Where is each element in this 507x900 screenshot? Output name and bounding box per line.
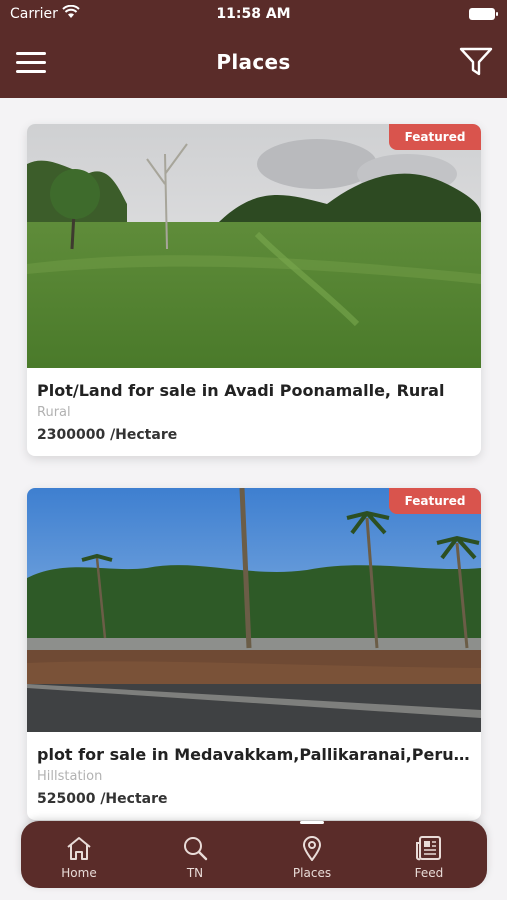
app-header: Carrier 11:58 AM Places xyxy=(0,0,507,98)
home-icon xyxy=(67,837,91,860)
featured-badge: Featured xyxy=(389,488,481,514)
listing-photo-palm-plot xyxy=(27,488,481,732)
listing-category: Hillstation xyxy=(37,769,103,784)
featured-badge: Featured xyxy=(389,124,481,150)
page-title: Places xyxy=(216,50,291,74)
newspaper-icon xyxy=(416,836,441,861)
battery-icon xyxy=(469,8,498,20)
search-icon xyxy=(184,837,208,861)
bottom-tab-bar: Home TN Places Feed xyxy=(21,821,487,888)
listing-card[interactable]: Featured plot for sale in Medavakkam,Pal… xyxy=(27,488,481,820)
tab-home-label: Home xyxy=(61,866,97,880)
tab-home[interactable]: Home xyxy=(21,821,137,888)
tab-places-label: Places xyxy=(292,866,332,880)
status-bar: Carrier 11:58 AM xyxy=(0,0,507,28)
location-pin-icon xyxy=(302,836,322,861)
status-time: 11:58 AM xyxy=(216,6,291,22)
filter-funnel-icon[interactable] xyxy=(459,46,493,78)
tab-feed-label: Feed xyxy=(414,866,444,880)
listing-price: 525000 /Hectare xyxy=(37,791,168,807)
listing-title: Plot/Land for sale in Avadi Poonamalle, … xyxy=(37,381,445,400)
tab-places[interactable]: Places xyxy=(254,821,370,888)
tab-tn-label: TN xyxy=(186,866,204,880)
listing-photo-green-field xyxy=(27,124,481,368)
listing-card[interactable]: Featured Plot/Land for sale in Avadi Poo… xyxy=(27,124,481,456)
listing-price: 2300000 /Hectare xyxy=(37,427,178,443)
tab-feed[interactable]: Feed xyxy=(371,821,487,888)
listing-category: Rural xyxy=(37,405,71,420)
tab-tn[interactable]: TN xyxy=(137,821,253,888)
listing-title: plot for sale in Medavakkam,Pallikaranai… xyxy=(37,745,471,764)
